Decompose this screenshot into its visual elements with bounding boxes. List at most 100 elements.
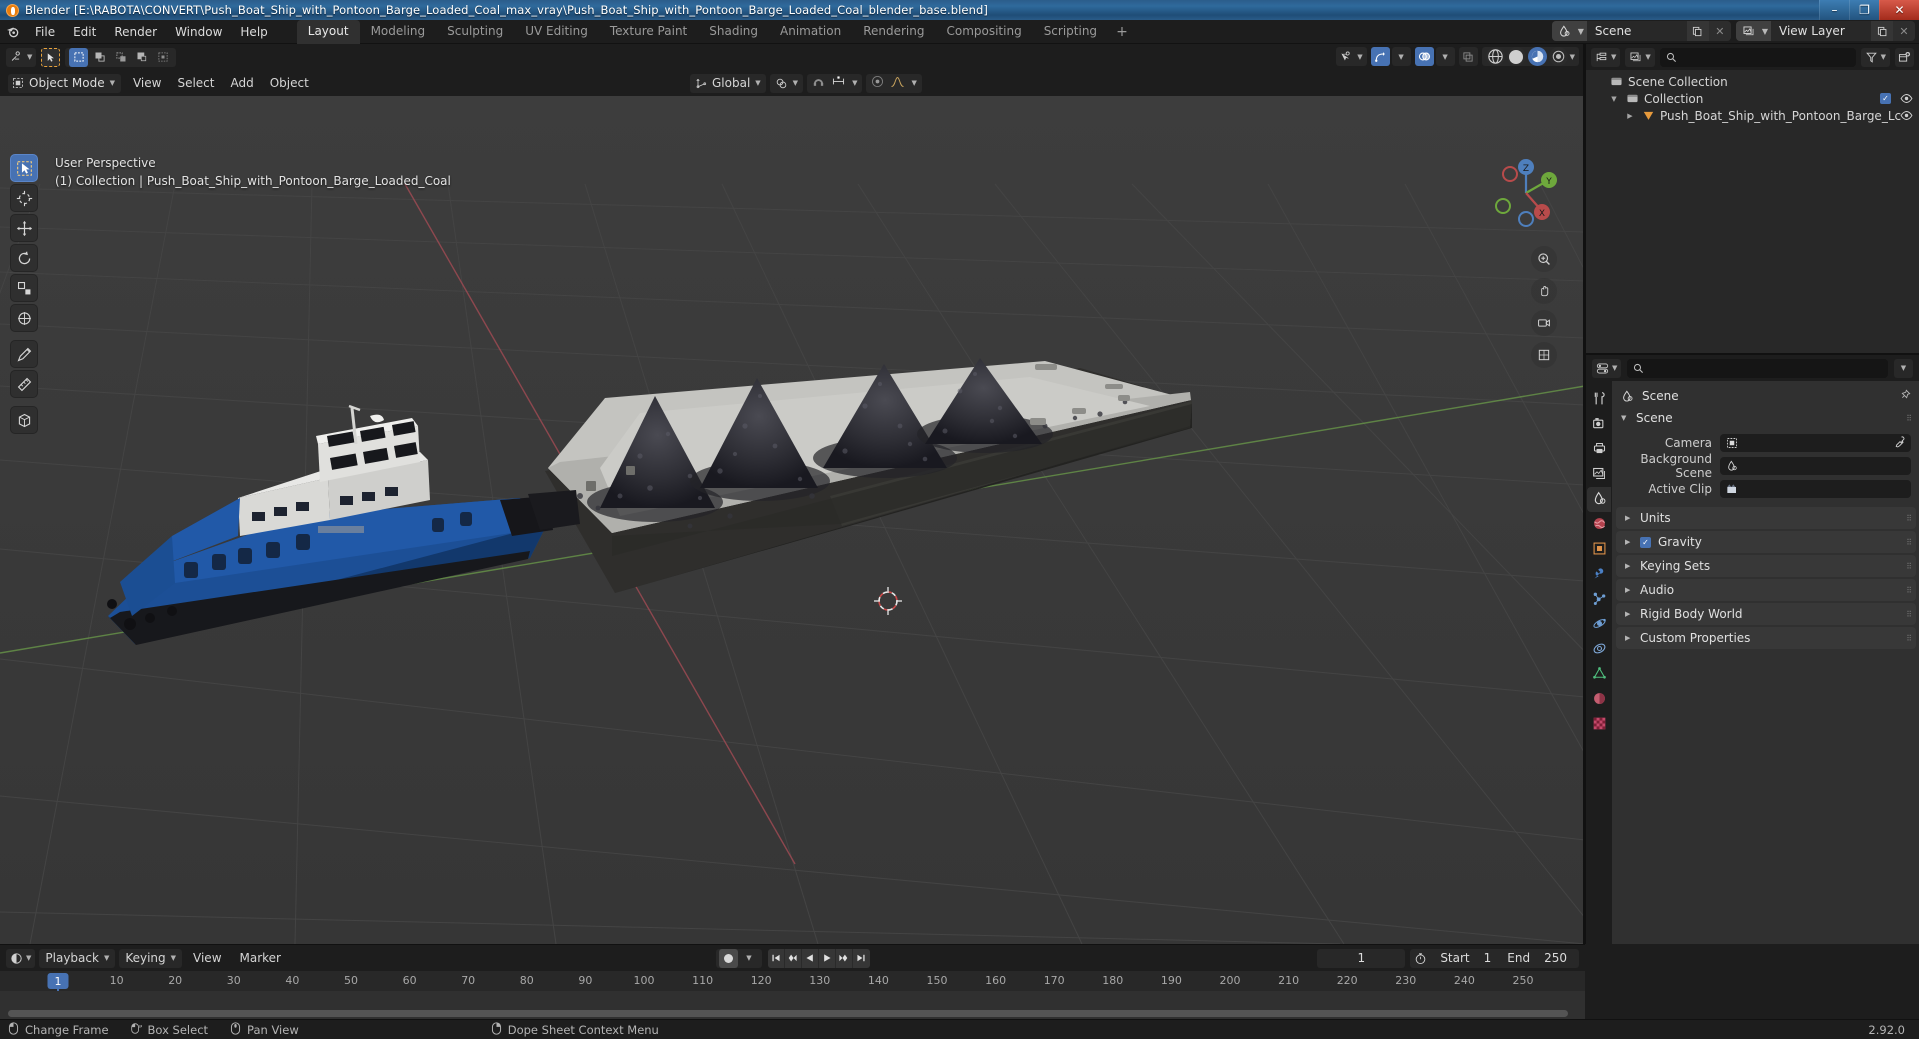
zoom-view-button[interactable] [1531, 246, 1557, 272]
select-box-tool[interactable] [10, 154, 38, 182]
timeline-editor-type-selector[interactable]: ▼ [6, 948, 36, 968]
jump-to-end-button[interactable] [853, 949, 870, 968]
snapping-chevron-down-icon[interactable]: ▼ [852, 79, 857, 87]
falloff-curve-button[interactable] [890, 76, 905, 91]
close-button[interactable]: ✕ [1879, 0, 1919, 20]
hide-in-viewport-eye-icon[interactable] [1900, 109, 1913, 122]
playback-menu[interactable]: Playback ▼ [39, 948, 116, 968]
properties-tab-particles[interactable] [1587, 587, 1611, 612]
use-preview-range-icon[interactable] [1414, 952, 1432, 965]
select-mode-cursor-icon[interactable] [41, 47, 61, 67]
material-preview-shading-button[interactable] [1527, 47, 1547, 66]
properties-tab-object[interactable] [1587, 537, 1611, 562]
eyedropper-icon[interactable] [1894, 436, 1907, 449]
panel-keying-sets[interactable]: ▶ Keying Sets ⠿ [1616, 555, 1916, 577]
current-frame-input[interactable]: 1 [1317, 948, 1406, 968]
panel-audio[interactable]: ▶ Audio ⠿ [1616, 579, 1916, 601]
editor-type-selector[interactable]: ▼ [6, 47, 37, 67]
auto-keying-button[interactable] [718, 948, 738, 968]
workspace-tab-compositing[interactable]: Compositing [935, 20, 1032, 44]
next-keyframe-button[interactable] [836, 948, 853, 968]
object-mode-selector[interactable]: Object Mode ▼ [8, 73, 121, 93]
rendered-shading-button[interactable] [1548, 47, 1568, 66]
panel-gravity[interactable]: ▶ ✓ Gravity ⠿ [1616, 531, 1916, 553]
play-reverse-button[interactable] [802, 948, 819, 968]
start-frame-input[interactable]: Start 1 [1432, 951, 1499, 965]
scene-panel-header[interactable]: ▼ Scene ⠿ [1612, 407, 1919, 429]
viewport-3d-canvas[interactable]: User Perspective (1) Collection | Push_B… [0, 96, 1585, 944]
outliner-search-input[interactable] [1659, 47, 1856, 67]
properties-search-input[interactable] [1627, 358, 1888, 378]
view-layer-name[interactable]: View Layer [1771, 21, 1871, 41]
properties-tab-data[interactable] [1587, 662, 1611, 687]
transform-orientation-selector[interactable]: Global ▼ [690, 73, 766, 93]
menu-edit[interactable]: Edit [64, 22, 105, 42]
scene-selector[interactable]: ▼ Scene ✕ [1551, 21, 1731, 41]
keying-menu[interactable]: Keying ▼ [119, 948, 183, 968]
property-field-camera[interactable] [1720, 433, 1911, 452]
select-set-button[interactable] [69, 47, 89, 67]
properties-options-chevron-down-icon[interactable]: ▼ [1894, 358, 1913, 378]
properties-tab-scene[interactable] [1587, 487, 1611, 512]
measure-tool[interactable] [10, 370, 38, 398]
annotate-tool[interactable] [10, 340, 38, 368]
outliner-display-mode-selector[interactable]: ▼ [1625, 47, 1655, 67]
navigation-gizmo[interactable]: Z Y X [1489, 156, 1563, 230]
new-collection-button[interactable] [1895, 47, 1914, 67]
disclosure-triangle-icon[interactable]: ▼ [1608, 95, 1620, 103]
disclosure-triangle-icon[interactable]: ▶ [1625, 562, 1633, 570]
disclosure-triangle-icon[interactable]: ▶ [1625, 586, 1633, 594]
hide-in-viewport-eye-icon[interactable] [1900, 92, 1913, 105]
cursor-tool[interactable] [10, 184, 38, 212]
select-extend-button[interactable] [90, 47, 110, 67]
workspace-tab-sculpting[interactable]: Sculpting [436, 20, 514, 44]
viewport-menu-select[interactable]: Select [169, 74, 222, 92]
properties-tab-view-layer[interactable] [1587, 462, 1611, 487]
camera-view-button[interactable] [1531, 310, 1557, 336]
jump-to-start-button[interactable] [768, 948, 785, 968]
remove-view-layer-button[interactable]: ✕ [1893, 21, 1915, 41]
workspace-tab-shading[interactable]: Shading [698, 20, 769, 44]
timeline-playhead[interactable]: 1 [47, 973, 69, 989]
disclosure-triangle-icon[interactable]: ▶ [1625, 610, 1633, 618]
outliner-filter-button[interactable]: ▼ [1860, 47, 1890, 67]
properties-tab-texture[interactable] [1587, 712, 1611, 737]
auto-keying-chevron-down-icon[interactable]: ▼ [739, 948, 759, 968]
pivot-point-selector[interactable]: ▼ [769, 73, 804, 93]
workspace-tab-modeling[interactable]: Modeling [360, 20, 437, 44]
workspace-tab-scripting[interactable]: Scripting [1033, 20, 1108, 44]
blender-logo-icon[interactable] [0, 20, 26, 44]
viewport-menu-view[interactable]: View [125, 74, 169, 92]
scene-name[interactable]: Scene [1587, 21, 1687, 41]
exclude-collection-checkbox[interactable]: ✓ [1880, 93, 1891, 104]
snap-magnet-button[interactable] [812, 75, 825, 91]
menu-file[interactable]: File [26, 22, 64, 42]
disclosure-triangle-icon[interactable]: ▶ [1625, 634, 1633, 642]
snap-target-button[interactable] [831, 75, 846, 91]
scene-chevron-down-icon[interactable]: ▼ [1577, 21, 1587, 41]
outliner-row[interactable]: Scene Collection [1586, 73, 1919, 90]
xray-toggle-button[interactable] [1458, 47, 1478, 66]
properties-tab-world[interactable] [1587, 512, 1611, 537]
select-difference-button[interactable] [132, 47, 152, 67]
add-workspace-button[interactable]: + [1108, 22, 1136, 42]
disclosure-triangle-icon[interactable]: ▶ [1625, 538, 1633, 546]
falloff-chevron-down-icon[interactable]: ▼ [911, 79, 916, 87]
properties-tab-tool[interactable] [1587, 387, 1611, 412]
menu-help[interactable]: Help [231, 22, 276, 42]
viewport-menu-add[interactable]: Add [223, 74, 262, 92]
menu-window[interactable]: Window [166, 22, 231, 42]
timeline-horizontal-scrollbar[interactable] [8, 1010, 1568, 1017]
viewport-menu-object[interactable]: Object [262, 74, 317, 92]
solid-shading-button[interactable] [1506, 47, 1526, 66]
timeline-track-area[interactable] [0, 991, 1585, 1020]
visibility-selector[interactable]: ▼ [1336, 47, 1367, 66]
menu-render[interactable]: Render [105, 22, 166, 42]
workspace-tab-layout[interactable]: Layout [296, 19, 360, 44]
workspace-tab-rendering[interactable]: Rendering [852, 20, 935, 44]
timeline-view-menu[interactable]: View [186, 949, 228, 967]
properties-tab-constraint[interactable] [1587, 637, 1611, 662]
view-layer-selector[interactable]: ▼ View Layer ✕ [1735, 21, 1915, 41]
outliner-row[interactable]: ▼ Collection ✓ [1586, 90, 1919, 107]
shading-chevron-down-icon[interactable]: ▼ [1570, 53, 1575, 61]
